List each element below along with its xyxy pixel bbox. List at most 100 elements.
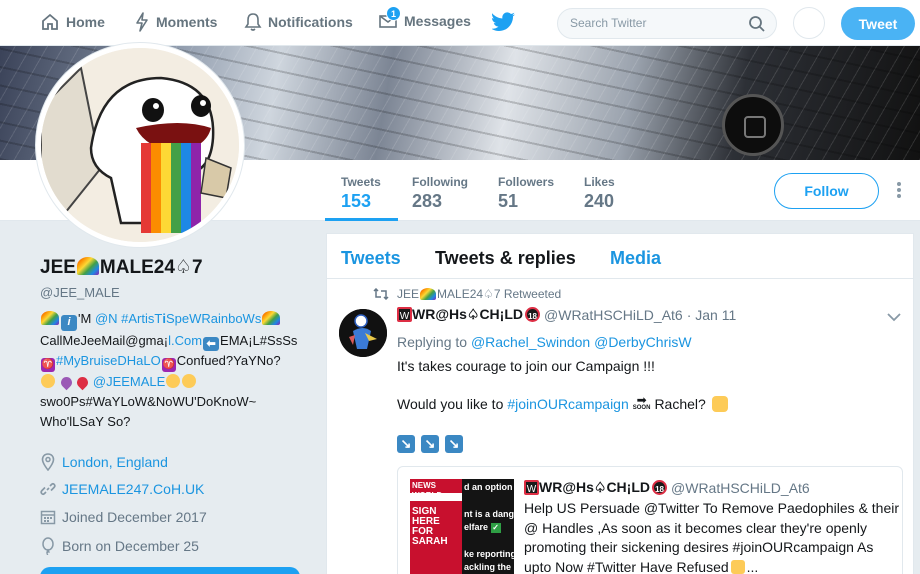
- article-line-3-text: elfare: [464, 522, 489, 532]
- website-link[interactable]: JEEMALE247.CoH.UK: [62, 481, 204, 497]
- article-line-3: elfare ✓: [464, 521, 512, 534]
- stat-followers[interactable]: Followers 51: [498, 175, 554, 212]
- lightning-icon: [136, 12, 148, 32]
- stat-following[interactable]: Following 283: [412, 175, 468, 212]
- aries-icon: ♈: [41, 358, 55, 372]
- profile-avatar[interactable]: [36, 43, 244, 247]
- bio-line-2d: L#SsSs: [252, 333, 298, 348]
- nav-notifications[interactable]: Notifications: [244, 12, 353, 32]
- profile-joined: Joined December 2017: [40, 509, 207, 525]
- tweet-author-avatar[interactable]: [339, 309, 387, 357]
- tweet-text-2a: Would you like to: [397, 396, 504, 412]
- age-18-badge-icon: 18: [525, 307, 541, 322]
- spade-icon: ♤: [174, 257, 192, 278]
- bio-hashtag-artist[interactable]: #ArtisT: [121, 311, 162, 326]
- arrow-down-right-icon: ↘: [421, 435, 439, 453]
- bio-line-2a: CallMeJeeMail@gma: [40, 333, 164, 348]
- smile-icon: [166, 374, 181, 388]
- tweet-author-name[interactable]: WR@Hs♤CH¡LD: [412, 306, 523, 323]
- profile-handle: @JEE_MALE: [40, 285, 120, 300]
- bio-line-1a: 'M: [78, 311, 95, 326]
- stat-tweets[interactable]: Tweets 153: [325, 175, 398, 221]
- compose-tweet-button[interactable]: Tweet: [841, 7, 915, 40]
- stat-followers-value: 51: [498, 191, 519, 211]
- stat-followers-label: Followers: [498, 175, 555, 189]
- quoted-tweet[interactable]: NEWS WORLD SIGN HERE FOR SARAH d an opti…: [397, 466, 903, 574]
- follow-button[interactable]: Follow: [774, 173, 879, 209]
- quoted-text-ellipsis: ...: [746, 558, 759, 574]
- reply-user-2[interactable]: @DerbyChrisW: [594, 334, 691, 350]
- stat-likes-label: Likes: [584, 175, 615, 189]
- more-options-icon[interactable]: [897, 182, 903, 200]
- chevron-down-icon[interactable]: [887, 312, 901, 322]
- tweet-author-handle[interactable]: @WRatHSCHiLD_At6: [544, 307, 683, 323]
- stat-following-label: Following: [412, 175, 468, 189]
- rainbow-icon: [76, 257, 99, 275]
- birthday: Born on December 25: [62, 538, 199, 554]
- search-box: [557, 8, 777, 39]
- quoted-tweet-image[interactable]: NEWS WORLD SIGN HERE FOR SARAH d an opti…: [410, 479, 514, 574]
- bio-mention-jeemale[interactable]: @JEEMALE: [93, 374, 165, 389]
- nav-moments[interactable]: Moments: [134, 12, 217, 32]
- bio-hashtag-rainbows[interactable]: SpeWRainboWs: [166, 311, 261, 326]
- tab-media[interactable]: Media: [610, 248, 661, 269]
- active-tab-underline: [325, 218, 398, 221]
- bio-hashtag-bruise[interactable]: #MyBruiseDHaLO: [56, 353, 161, 368]
- nav-messages[interactable]: 1 Messages: [378, 6, 471, 30]
- newspaper-header: NEWS WORLD: [412, 481, 443, 500]
- nav-home-label: Home: [66, 14, 105, 30]
- tweet-text-line-1: It's takes courage to join our Campaign …: [397, 358, 655, 374]
- profile-name-end: 7: [191, 257, 203, 278]
- joined-date: Joined December 2017: [62, 509, 207, 525]
- bio-line-6: Who'lLSaY So?: [40, 414, 131, 429]
- retweet-by-suffix[interactable]: MALE24: [437, 287, 483, 301]
- author-avatar-art: [339, 309, 387, 357]
- tweet-to-button[interactable]: [40, 567, 300, 574]
- tab-tweets-and-replies[interactable]: Tweets & replies: [435, 248, 576, 269]
- bio-link-com[interactable]: l.Com: [168, 333, 202, 348]
- location-link[interactable]: London, England: [62, 454, 168, 470]
- quoted-text: Help US Persuade @Twitter To Remove Paed…: [524, 500, 900, 574]
- checkmark-icon: ✓: [490, 523, 501, 533]
- purple-heart-icon: [58, 374, 74, 391]
- account-avatar[interactable]: [793, 7, 825, 39]
- search-icon[interactable]: [748, 15, 766, 33]
- tweet-text-line-2: Would you like to #joinOURcampaign ➡ SOON…: [397, 393, 728, 412]
- arrow-down-right-icon: ↘: [445, 435, 463, 453]
- nav-notifications-label: Notifications: [268, 14, 353, 30]
- author-name-c: LD: [504, 306, 524, 322]
- timeline-tabs: Tweets Tweets & replies Media: [327, 234, 913, 279]
- hashtag-joinourcampaign[interactable]: #joinOURcampaign: [507, 396, 628, 412]
- newspaper-image: NEWS WORLD SIGN HERE FOR SARAH: [410, 479, 462, 574]
- quoted-name-c: LD: [631, 479, 651, 495]
- article-line-2: nt is a dang: [464, 509, 514, 519]
- w-box-icon: W: [524, 480, 539, 495]
- bio-line-2c: EMA: [220, 333, 249, 348]
- bio-line-5: swo0Ps#WaYLoW&NoWU'DoKnoW~: [40, 394, 257, 409]
- top-navigation: Home Moments Notifications 1 Messages Tw…: [0, 0, 920, 46]
- stat-likes[interactable]: Likes 240: [584, 175, 615, 212]
- soon-arrow-icon: ➡ SOON: [632, 393, 651, 411]
- author-name-a: WR@Hs: [412, 306, 467, 322]
- quoted-tweet-text: Help US Persuade @Twitter To Remove Paed…: [524, 499, 900, 574]
- info-icon: i: [61, 315, 77, 331]
- profile-bio: i 'M @N #ArtisTiSpeWRainboWs CallMeJeeMai…: [40, 309, 310, 432]
- nav-home[interactable]: Home: [40, 12, 105, 32]
- tweet-date[interactable]: · Jan 11: [687, 307, 737, 323]
- banner-phone-button: [722, 94, 784, 156]
- retweet-icon: [373, 288, 389, 300]
- spade-icon: ♤: [466, 306, 480, 322]
- reply-user-1[interactable]: @Rachel_Swindon: [471, 334, 590, 350]
- retweet-by-prefix[interactable]: JEE: [397, 287, 419, 301]
- bell-icon: [244, 13, 262, 31]
- tab-tweets[interactable]: Tweets: [341, 248, 401, 269]
- quoted-name-a: WR@Hs: [539, 479, 594, 495]
- search-input[interactable]: [570, 16, 740, 30]
- bio-mention-n[interactable]: @N: [95, 311, 118, 326]
- twitter-bird-icon[interactable]: [492, 12, 516, 32]
- nav-moments-label: Moments: [156, 14, 218, 30]
- bio-line-3b: Confued?YaYNo?: [176, 353, 281, 368]
- stat-tweets-label: Tweets: [341, 175, 381, 189]
- thumbs-down-icon: [730, 559, 745, 574]
- quoted-name-b: CH: [606, 479, 627, 495]
